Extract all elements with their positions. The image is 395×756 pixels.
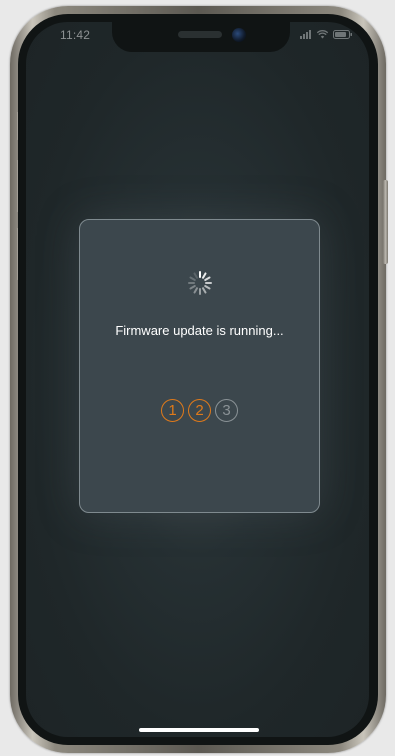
home-indicator[interactable] bbox=[139, 728, 259, 732]
step-3-indicator: 3 bbox=[215, 399, 238, 422]
signal-icon bbox=[300, 30, 311, 39]
step-1-indicator: 1 bbox=[161, 399, 184, 422]
wifi-icon bbox=[317, 30, 328, 39]
battery-icon bbox=[333, 30, 352, 39]
screen: 11:42 Firmware update is running... 1 2 … bbox=[26, 22, 369, 737]
power-button bbox=[383, 180, 388, 264]
firmware-update-dialog: Firmware update is running... 1 2 3 bbox=[79, 219, 320, 513]
status-icons bbox=[300, 30, 353, 39]
progress-steps: 1 2 3 bbox=[80, 399, 319, 422]
speaker-grille bbox=[178, 31, 222, 38]
status-time: 11:42 bbox=[60, 28, 91, 42]
step-2-indicator: 2 bbox=[188, 399, 211, 422]
loading-spinner-icon bbox=[188, 271, 212, 295]
camera-icon bbox=[232, 28, 246, 42]
notch bbox=[112, 22, 290, 52]
device-mockup: 11:42 Firmware update is running... 1 2 … bbox=[0, 0, 395, 756]
update-status-message: Firmware update is running... bbox=[115, 323, 284, 338]
